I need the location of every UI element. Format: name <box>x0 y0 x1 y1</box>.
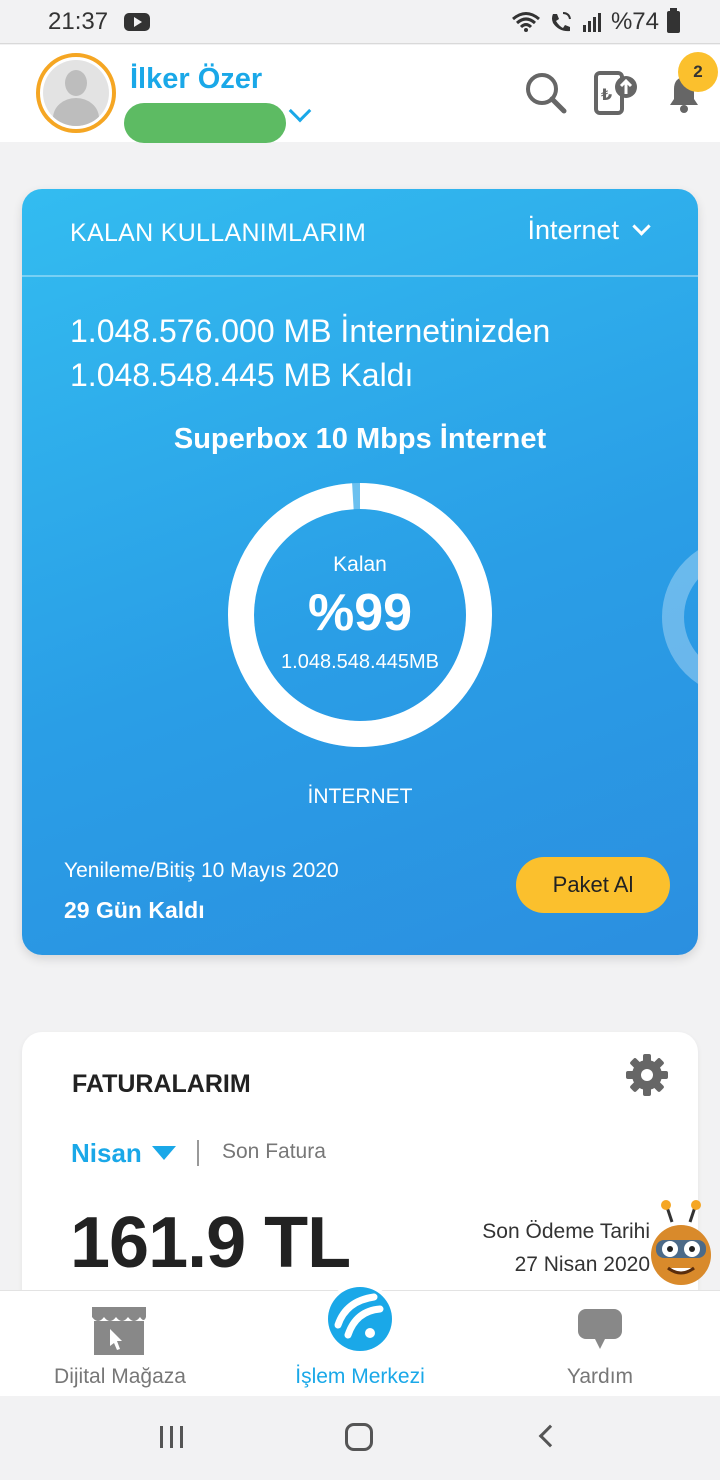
nav-item-transaction-center[interactable]: İşlem Merkezi <box>240 1283 480 1397</box>
gauge-percent: %99 <box>307 584 413 642</box>
gear-icon[interactable] <box>624 1052 670 1098</box>
home-icon[interactable] <box>345 1423 373 1451</box>
total-quota-text: 1.048.576.000 MB İnternetinizden <box>70 313 551 349</box>
due-date: 27 Nisan 2020 <box>514 1253 650 1276</box>
usage-type-label: İNTERNET <box>307 785 413 808</box>
nav-label-help: Yardım <box>566 1365 634 1388</box>
status-bar: 21:37 %74 <box>0 0 720 44</box>
remaining-usage-card: KALAN KULLANIMLARIM İnternet 1.048.576.0… <box>22 189 698 955</box>
avatar[interactable] <box>36 53 116 133</box>
chevron-down-icon <box>632 217 651 236</box>
battery-icon <box>667 8 680 33</box>
month-selector[interactable]: Nisan <box>71 1138 142 1169</box>
due-date-label: Son Ödeme Tarihi <box>482 1220 650 1243</box>
svg-text:₺: ₺ <box>601 85 612 104</box>
account-chevron-down-icon[interactable] <box>288 99 312 123</box>
system-navigation-bar <box>0 1396 720 1480</box>
divider <box>197 1140 199 1166</box>
renewal-date: Yenileme/Bitiş 10 Mayıs 2020 <box>64 859 339 882</box>
user-name: İlker Özer <box>130 63 263 95</box>
top-up-balance-icon[interactable]: ₺ <box>590 69 638 117</box>
last-bill-label: Son Fatura <box>222 1140 326 1163</box>
status-icons: %74 <box>511 8 680 36</box>
usage-type-selector-label: İnternet <box>527 215 619 245</box>
store-icon <box>92 1307 146 1355</box>
back-icon[interactable] <box>538 1424 562 1448</box>
turkcell-logo-icon <box>324 1283 396 1355</box>
nav-label-transaction-center: İşlem Merkezi <box>295 1365 425 1388</box>
wifi-calling-icon <box>551 12 571 32</box>
recent-apps-icon[interactable] <box>160 1426 184 1448</box>
package-name: Superbox 10 Mbps İnternet <box>173 423 547 455</box>
signal-icon <box>582 13 601 32</box>
search-icon[interactable] <box>522 69 570 117</box>
caret-down-icon[interactable] <box>152 1146 176 1160</box>
avatar-placeholder-icon <box>43 60 109 126</box>
next-gauge-peek[interactable] <box>662 537 698 697</box>
nav-item-help[interactable]: Yardım <box>480 1291 720 1397</box>
notification-count-badge: 2 <box>678 52 718 92</box>
bill-amount: 161.9 TL <box>70 1203 351 1283</box>
nav-item-digital-store[interactable]: Dijital Mağaza <box>0 1291 240 1397</box>
chat-bubble-icon <box>578 1309 622 1349</box>
remaining-quota-text: 1.048.548.445 MB Kaldı <box>70 357 414 393</box>
nav-label-digital-store: Dijital Mağaza <box>54 1365 186 1388</box>
divider <box>22 275 698 277</box>
gauge-amount: 1.048.548.445MB <box>281 651 439 673</box>
gauge-labels: Kalan %99 1.048.548.445MB <box>228 483 492 747</box>
wifi-icon <box>511 12 540 32</box>
status-time: 21:37 <box>48 8 109 35</box>
bottom-navigation: Dijital Mağaza İşlem Merkezi Yardım <box>0 1283 720 1397</box>
usage-type-selector[interactable]: İnternet <box>527 215 651 246</box>
usage-card-title: KALAN KULLANIMLARIM <box>70 219 367 247</box>
youtube-notification-icon <box>124 13 150 31</box>
redacted-phone-number <box>124 103 286 143</box>
gauge-label: Kalan <box>333 553 387 576</box>
days-left: 29 Gün Kaldı <box>64 897 205 923</box>
battery-percent: %74 <box>610 8 659 35</box>
buy-package-button[interactable]: Paket Al <box>516 857 670 913</box>
app-header: İlker Özer ₺ <box>0 45 720 143</box>
mascot-assistant-icon[interactable] <box>648 1200 714 1290</box>
bills-card-title: FATURALARIM <box>72 1070 251 1098</box>
